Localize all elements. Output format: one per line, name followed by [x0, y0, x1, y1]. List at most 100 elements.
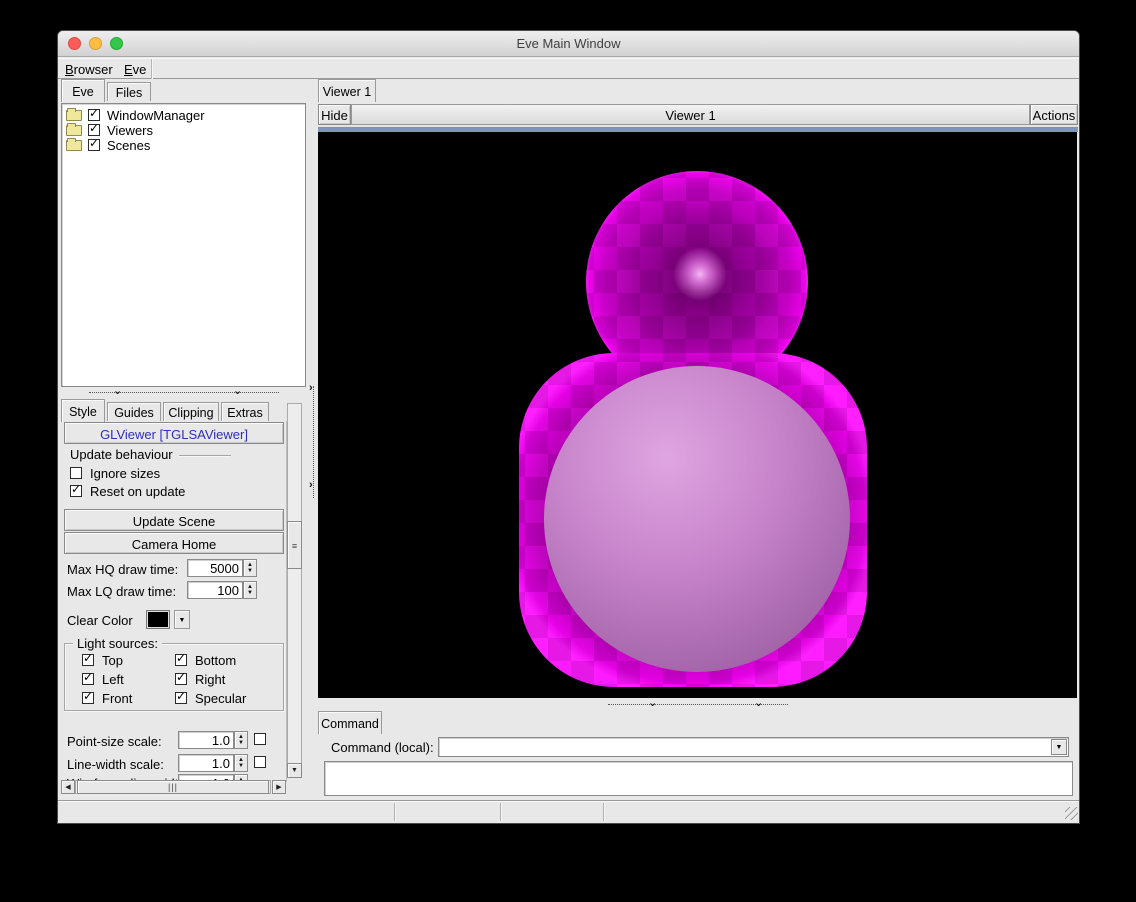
spin-down-icon[interactable]: ▼ [244, 567, 256, 575]
chevron-right-icon[interactable]: › [309, 382, 313, 394]
tab-extras[interactable]: Extras [221, 402, 269, 421]
spin-down-icon[interactable]: ▼ [235, 739, 247, 747]
line-width-checkbox[interactable] [254, 756, 266, 768]
style-vertical-scrollbar[interactable] [287, 403, 302, 778]
glviewer-button[interactable]: GLViewer [TGLSAViewer] [64, 422, 284, 444]
tree-item-scenes[interactable]: ✓ Scenes [66, 138, 296, 153]
viewer-actions-button[interactable]: Actions [1030, 104, 1078, 125]
check-icon: ✓ [89, 106, 99, 120]
chevron-down-icon[interactable]: ⌄ [754, 696, 763, 709]
check-icon: ✓ [83, 689, 93, 703]
style-tab-content: GLViewer [TGLSAViewer] Update behaviour … [61, 421, 287, 782]
chevron-down-icon[interactable]: ⌄ [233, 384, 242, 397]
update-scene-button[interactable]: Update Scene [64, 509, 284, 531]
tree-item-viewers[interactable]: ✓ Viewers [66, 123, 296, 138]
menu-browser[interactable]: Browser [65, 62, 113, 77]
command-input[interactable]: ▼ [438, 737, 1069, 757]
spinner-arrows[interactable]: ▲ ▼ [243, 559, 257, 577]
command-dropdown-button[interactable]: ▼ [1051, 739, 1067, 755]
light-front-checkbox[interactable]: ✓ [82, 692, 94, 704]
light-right-checkbox[interactable]: ✓ [175, 673, 187, 685]
check-icon: ✓ [176, 689, 186, 703]
scrollbar-thumb[interactable]: ≡ [287, 521, 302, 569]
light-top-label: Top [102, 653, 123, 668]
max-hq-spinner[interactable]: 5000 ▲ ▼ [187, 559, 257, 577]
folder-icon [66, 140, 82, 151]
viewer-hide-button[interactable]: Hide [318, 104, 351, 125]
point-size-spinner[interactable]: 1.0 ▲ ▼ [178, 731, 248, 749]
line-width-value[interactable]: 1.0 [178, 754, 234, 772]
camera-home-button[interactable]: Camera Home [64, 532, 284, 554]
light-left-checkbox[interactable]: ✓ [82, 673, 94, 685]
main-area: Eve Files ✓ WindowManager ✓ Viewers ✓ Sc… [58, 79, 1080, 800]
ignore-sizes-checkbox[interactable] [70, 467, 82, 479]
light-specular-checkbox[interactable]: ✓ [175, 692, 187, 704]
max-lq-value[interactable]: 100 [187, 581, 243, 599]
column-splitter[interactable]: › › [308, 79, 318, 800]
clear-color-swatch[interactable] [146, 610, 170, 629]
statusbar-cell [604, 803, 1080, 821]
gl-viewport[interactable] [318, 132, 1077, 698]
spinner-arrows[interactable]: ▲ ▼ [234, 731, 248, 749]
tab-command[interactable]: Command [318, 711, 382, 734]
command-output[interactable] [324, 761, 1073, 796]
command-local-label: Command (local): [331, 740, 434, 755]
tree-item-windowmanager[interactable]: ✓ WindowManager [66, 108, 296, 123]
viewer-title-bar[interactable]: Viewer 1 [351, 104, 1030, 125]
light-sources-group: Light sources: ✓ Top ✓ Bottom ✓ Left ✓ R… [64, 643, 284, 711]
point-size-value[interactable]: 1.0 [178, 731, 234, 749]
eve-tree-list: ✓ WindowManager ✓ Viewers ✓ Scenes [61, 103, 306, 387]
menubar-divider [151, 59, 152, 80]
chevron-down-icon[interactable]: ⌄ [113, 384, 122, 397]
check-icon: ✓ [83, 651, 93, 665]
resize-grip[interactable] [1065, 807, 1078, 820]
max-lq-spinner[interactable]: 100 ▲ ▼ [187, 581, 257, 599]
clear-color-label: Clear Color [67, 613, 133, 628]
scroll-right-icon: ▶ [276, 784, 281, 791]
tree-item-label: Scenes [107, 138, 150, 153]
scroll-left-button[interactable]: ◀ [61, 780, 75, 794]
tab-guides[interactable]: Guides [107, 402, 161, 421]
reset-on-update-label: Reset on update [90, 484, 185, 499]
titlebar[interactable]: Eve Main Window [58, 31, 1079, 57]
scroll-right-button[interactable]: ▶ [272, 780, 286, 794]
light-left-label: Left [102, 672, 124, 687]
tree-checkbox[interactable]: ✓ [88, 139, 100, 151]
ignore-sizes-label: Ignore sizes [90, 466, 160, 481]
line-width-spinner[interactable]: 1.0 ▲ ▼ [178, 754, 248, 772]
light-bottom-checkbox[interactable]: ✓ [175, 654, 187, 666]
tree-item-label: Viewers [107, 123, 153, 138]
tab-viewer-1[interactable]: Viewer 1 [318, 79, 376, 102]
chevron-down-icon[interactable]: ⌄ [648, 696, 657, 709]
left-horizontal-splitter[interactable]: ⌄ ⌄ [61, 387, 306, 397]
chevron-right-icon[interactable]: › [309, 479, 313, 491]
light-sources-title: Light sources: [73, 636, 162, 651]
eve-main-window: Eve Main Window Browser Eve Eve Files ✓ … [57, 30, 1080, 824]
light-front-label: Front [102, 691, 132, 706]
tab-eve[interactable]: Eve [61, 79, 105, 102]
tab-files[interactable]: Files [107, 82, 151, 101]
tab-clipping[interactable]: Clipping [163, 402, 219, 421]
spinner-arrows[interactable]: ▲ ▼ [243, 581, 257, 599]
reset-on-update-checkbox[interactable]: ✓ [70, 485, 82, 497]
scroll-down-icon: ▼ [291, 767, 298, 774]
menu-eve[interactable]: Eve [124, 62, 146, 77]
scrollbar-thumb[interactable]: ||| [77, 780, 269, 794]
max-hq-label: Max HQ draw time: [67, 562, 178, 577]
light-specular-label: Specular [195, 691, 246, 706]
spin-down-icon[interactable]: ▼ [235, 762, 247, 770]
viewer-bottom-splitter[interactable]: ⌄ ⌄ [318, 699, 1077, 709]
tree-checkbox[interactable]: ✓ [88, 109, 100, 121]
line-width-label: Line-width scale: [67, 757, 164, 772]
max-hq-value[interactable]: 5000 [187, 559, 243, 577]
check-icon: ✓ [83, 670, 93, 684]
spinner-arrows[interactable]: ▲ ▼ [234, 754, 248, 772]
scroll-down-button[interactable]: ▼ [287, 763, 302, 778]
tree-checkbox[interactable]: ✓ [88, 124, 100, 136]
light-top-checkbox[interactable]: ✓ [82, 654, 94, 666]
tab-style[interactable]: Style [61, 399, 105, 422]
check-icon: ✓ [89, 121, 99, 135]
point-size-checkbox[interactable] [254, 733, 266, 745]
spin-down-icon[interactable]: ▼ [244, 589, 256, 597]
clear-color-dropdown[interactable]: ▼ [174, 610, 190, 629]
